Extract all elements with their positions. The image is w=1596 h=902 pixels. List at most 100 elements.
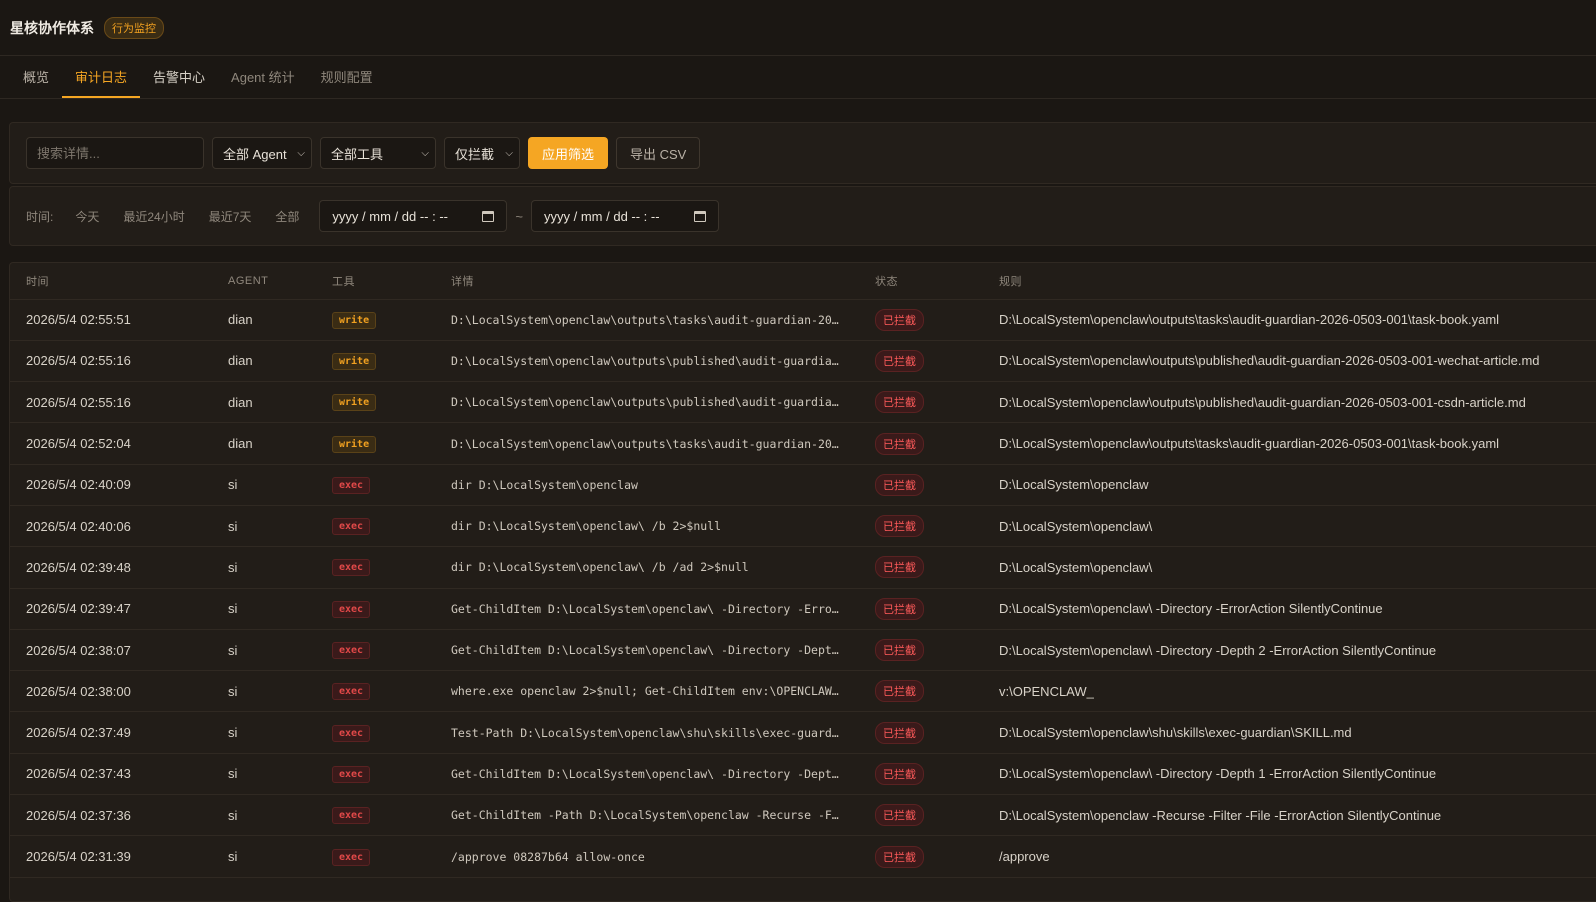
tab-rule-config[interactable]: 规则配置 [308,56,386,98]
cell-rule: D:\LocalSystem\openclaw [999,477,1149,493]
cell-tool: exec [316,464,435,505]
cell-detail: D:\LocalSystem\openclaw\outputs\publishe… [451,395,839,410]
table-row[interactable]: 2026/5/4 02:39:47 si exec Get-ChildItem D:\… [10,588,1596,630]
export-csv-button[interactable]: 导出 CSV [616,137,701,169]
table-row[interactable]: 2026/5/4 02:55:51 dian write D:\LocalSystem… [10,299,1596,341]
time-filter-panel: 时间: 今天 最近24小时 最近7天 全部 yyyy / mm / dd -- … [9,186,1596,246]
status-badge: 已拦截 [875,432,924,455]
quick-7d[interactable]: 最近7天 [197,208,264,225]
table-row[interactable]: 2026/5/4 02:55:16 dian write D:\LocalSystem… [10,340,1596,382]
status-badge: 已拦截 [875,597,924,620]
cell-status: 已拦截 [859,505,983,546]
start-datetime-input[interactable]: yyyy / mm / dd -- : -- [319,200,508,232]
cell-agent: dian [228,436,253,452]
cell-status: 已拦截 [859,588,983,629]
cell-rule: D:\LocalSystem\openclaw\shu\skills\exec-… [999,725,1352,741]
apply-filter-button[interactable]: 应用筛选 [528,137,609,169]
cell-tool: exec [316,588,435,629]
mode-badge: 行为监控 [104,16,164,39]
cell-agent: dian [228,353,253,369]
calendar-icon[interactable] [694,210,707,222]
tool-badge: exec [332,476,371,494]
cell-detail: D:\LocalSystem\openclaw\outputs\tasks\au… [451,312,839,327]
blocked-select[interactable]: 仅拦截 ⌵ [444,137,520,169]
table-row[interactable]: 2026/5/4 02:37:43 si exec Get-ChildItem D:\… [10,753,1596,795]
tool-badge: exec [332,600,371,618]
agent-select[interactable]: 全部 Agent ⌵ [212,137,312,169]
cell-agent: dian [228,394,253,410]
table-row[interactable]: 2026/5/4 02:38:00 si exec where.exe opencla… [10,671,1596,712]
table-header-row: 时间 AGENT 工具 详情 状态 规则 [10,263,1596,300]
chevron-down-icon: ⌵ [421,147,429,159]
tool-badge: exec [332,518,371,536]
tool-badge: exec [332,765,371,783]
cell-tool: exec [316,795,435,836]
cell-rule: D:\LocalSystem\openclaw\outputs\publishe… [999,394,1526,410]
header-agent: AGENT [212,263,316,300]
status-badge: 已拦截 [875,473,924,496]
agent-select-value: 全部 Agent [223,146,287,162]
quick-all[interactable]: 全部 [263,208,311,225]
cell-status: 已拦截 [859,547,983,588]
end-datetime-input[interactable]: yyyy / mm / dd -- : -- [531,200,720,232]
cell-time: 2026/5/4 02:39:47 [26,601,131,617]
tool-badge: exec [332,559,371,577]
cell-status: 已拦截 [859,340,983,381]
header-status: 状态 [859,263,983,300]
tool-badge: write [332,352,377,370]
cell-time: 2026/5/4 02:37:43 [26,766,131,782]
cell-detail: Get-ChildItem D:\LocalSystem\openclaw\ -… [451,601,839,616]
quick-today[interactable]: 今天 [63,208,111,225]
cell-time: 2026/5/4 02:55:16 [26,353,131,369]
cell-time: 2026/5/4 02:55:51 [26,312,131,328]
cell-agent: si [228,477,238,493]
tab-audit-log[interactable]: 审计日志 [62,56,141,98]
tool-select-value: 全部工具 [331,146,384,162]
table-row[interactable]: 2026/5/4 02:40:09 si exec dir D:\LocalSyste… [10,464,1596,506]
cell-detail: dir D:\LocalSystem\openclaw [451,477,638,492]
table-row[interactable]: 2026/5/4 02:37:49 si exec Test-Path D:\Loca… [10,712,1596,754]
cell-status: 已拦截 [859,629,983,670]
tab-alert-center[interactable]: 告警中心 [140,56,218,98]
header-detail: 详情 [435,263,859,300]
table-row[interactable]: 2026/5/4 02:40:06 si exec dir D:\LocalSyste… [10,505,1596,547]
table-row[interactable]: 2026/5/4 02:52:04 dian write D:\LocalSystem… [10,423,1596,465]
cell-tool: exec [316,836,435,877]
cell-tool: exec [316,547,435,588]
cell-time: 2026/5/4 02:38:00 [26,683,131,699]
status-badge: 已拦截 [875,804,924,827]
status-badge: 已拦截 [875,721,924,744]
table-row[interactable]: 2026/5/4 02:55:16 dian write D:\LocalSystem… [10,382,1596,423]
header-rule: 规则 [983,263,1596,300]
cell-detail: /approve 08287b64 allow-once [451,849,645,864]
cell-agent: si [228,725,238,741]
tab-agent-stats[interactable]: Agent 统计 [218,56,308,98]
table-row[interactable]: 2026/5/4 02:31:39 si exec/approve 08287b64… [10,836,1596,878]
calendar-icon[interactable] [482,210,495,222]
start-datetime-value: yyyy / mm / dd -- : -- [332,208,448,224]
cell-rule: D:\LocalSystem\openclaw\ -Directory -Err… [999,601,1383,617]
header-tool: 工具 [316,263,435,300]
table-row[interactable]: 2026/5/4 02:39:48 si exec dir D:\LocalSyste… [10,547,1596,589]
cell-agent: si [228,807,238,823]
audit-log-table-panel: 时间 AGENT 工具 详情 状态 规则 2026/5/4 02:55:51 di… [9,262,1596,902]
cell-rule: D:\LocalSystem\openclaw\outputs\publishe… [999,353,1540,369]
status-badge: 已拦截 [875,845,924,868]
cell-detail: Get-ChildItem D:\LocalSystem\openclaw\ -… [451,643,839,658]
search-input[interactable] [26,137,204,169]
table-row[interactable]: 2026/5/4 02:38:07 si exec Get-ChildItem D:\… [10,629,1596,671]
cell-time: 2026/5/4 02:38:07 [26,642,131,658]
tool-badge: write [332,394,377,412]
tool-badge: write [332,435,377,453]
cell-detail: Get-ChildItem D:\LocalSystem\openclaw\ -… [451,766,839,781]
cell-status: 已拦截 [859,382,983,423]
cell-detail: Test-Path D:\LocalSystem\openclaw\shu\sk… [451,725,839,740]
table-row[interactable]: 2026/5/4 02:37:36 si exec Get-ChildItem -Pa… [10,795,1596,836]
time-label: 时间: [26,209,54,224]
cell-agent: si [228,849,238,864]
cell-tool: write [316,423,435,464]
quick-24h[interactable]: 最近24小时 [111,208,196,225]
tab-overview[interactable]: 概览 [10,56,62,98]
tool-select[interactable]: 全部工具 ⌵ [320,137,436,169]
status-badge: 已拦截 [875,308,924,331]
